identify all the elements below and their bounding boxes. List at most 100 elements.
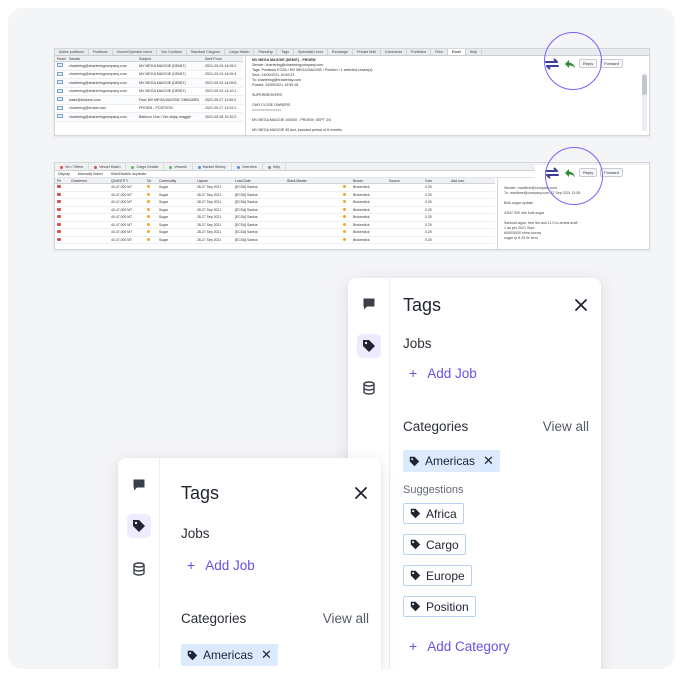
suggestion-chip-africa[interactable]: Africa [403,503,464,524]
table-row[interactable]: 40-47,000 MT Sugar 28-27 Sep 2021 [ECSA] Sa… [55,207,495,214]
rail-comments[interactable] [127,473,151,497]
column-header[interactable]: Sender [67,56,137,61]
tab-3[interactable]: Vessels [164,163,193,170]
suggestion-chip-position[interactable]: Position [403,596,476,617]
remove-chip-icon[interactable]: ✕ [483,453,494,469]
cell: 28-27 Sep 2021 [197,200,222,205]
rail-tags[interactable] [127,514,151,538]
column-header[interactable]: Com [423,178,449,183]
flag-icon [343,192,346,196]
flag-icon [343,207,346,211]
tab-1[interactable]: Positions [89,49,113,55]
tag-icon [410,539,421,550]
column-header[interactable]: Read [55,56,67,61]
rail-database[interactable] [127,557,151,581]
selected-category-chip[interactable]: Americas ✕ [403,450,500,472]
tab-14[interactable]: Email [447,49,466,55]
column-header[interactable]: Commodity [157,178,195,183]
table-row[interactable]: 40-47,000 MT Sugar 28-27 Sep 2021 [ECSA] Sa… [55,184,495,192]
column-header[interactable]: Laycan [195,178,233,183]
close-icon[interactable] [353,485,369,501]
mail-icon [57,114,63,119]
column-header[interactable]: Sent From [203,56,243,61]
add-job-link[interactable]: + Add Job [187,557,255,573]
tab-6[interactable]: Planning [254,49,278,55]
column-header[interactable]: Stack Master [285,178,341,183]
table-row[interactable]: chartering@charteringcompany.com MV MEGA … [55,71,243,79]
tab-6[interactable]: Help [263,163,287,170]
table-row[interactable]: 40-47,000 MT Sugar 28-27 Sep 2021 [ECSA] Sa… [55,229,495,237]
table-row[interactable]: chartering@charteringcompany.com Balticon… [55,113,243,122]
column-header[interactable]: Source [387,178,423,183]
suggestion-chip-europe[interactable]: Europe [403,565,472,586]
sender-cell: chartering@charteringcompany.com [69,63,127,68]
column-header[interactable] [341,178,351,183]
plus-icon: + [409,365,418,381]
column-header[interactable]: Load Date [233,178,285,183]
tab-label: Vm / Offers [65,165,84,169]
table-row[interactable]: 40-47,000 MT Sugar 28-27 Sep 2021 [ECSA] Sa… [55,192,495,199]
tab-3[interactable]: Voc Contract [157,49,187,55]
column-header[interactable]: Add.com [449,178,473,183]
remove-chip-icon[interactable]: ✕ [261,647,272,663]
tab-0[interactable]: Active positions [55,49,89,55]
add-job-link[interactable]: + Add Job [409,365,477,381]
table-row[interactable]: 40-47,000 MT Sugar 28-27 Sep 2021 [ECSA] Sa… [55,199,495,207]
tab-4[interactable]: Standard Cargoes [187,49,225,55]
column-header[interactable]: Broker [351,178,387,183]
table-row[interactable]: 40-47,000 MT Sugar 28-27 Sep 2021 [ECSA] Sa… [55,237,495,244]
cell: 0.25 [425,237,432,242]
cell: 0.25 [425,207,432,212]
table-row[interactable]: chartering@charteringcompany.com MV MEGA … [55,79,243,88]
forward-button[interactable]: Forward [600,59,623,68]
tab-10[interactable]: Private Mail [353,49,381,55]
tab-label: Vessels [174,165,187,169]
tab-11[interactable]: Comments [381,49,408,55]
add-category-link[interactable]: + Add Category [409,638,510,654]
mail-cell [55,114,67,119]
cell: Sugar [159,192,169,197]
view-all-link[interactable]: View all [323,611,369,626]
add-category-label: Add Category [427,639,510,654]
column-header[interactable]: QUANTITY [109,178,145,183]
column-header[interactable]: Pri [55,178,69,183]
jobs-title: Jobs [403,336,432,351]
manually-linked-toggle[interactable]: Manually linked [78,172,103,176]
table-row[interactable]: 40-47,000 MT Sugar 28-27 Sep 2021 [ECSA] Sa… [55,214,495,222]
tab-9[interactable]: Exchange [328,49,354,55]
tab-5[interactable]: Cargo Match [225,49,255,55]
tab-4[interactable]: Market History [193,163,232,170]
tab-0[interactable]: Vm / Offers [55,163,90,170]
rail-database[interactable] [357,376,381,400]
table-row[interactable]: chartering@charteringcompany.com MV MEGA … [55,88,243,96]
close-icon[interactable] [573,297,589,313]
flag-icon [343,185,346,189]
column-header[interactable]: Dir [145,178,157,183]
rail-comments[interactable] [357,292,381,316]
tab-1[interactable]: Vessel Match [89,163,127,170]
tab-8[interactable]: Specialist Lines [294,49,329,55]
tab-5[interactable]: Overview [232,163,263,170]
column-header[interactable]: Charterers [69,178,109,183]
table-row[interactable]: 40-47,000 MT Sugar 28-27 Sep 2021 [ECSA] Sa… [55,222,495,229]
preview-scrollbar[interactable] [642,73,647,131]
suggestion-chip-cargo[interactable]: Cargo [403,534,466,555]
table-row[interactable]: chartering@broker.com PROEM - POSITION 202… [55,105,243,113]
tab-12[interactable]: Portfolios [407,49,432,55]
forward-button[interactable]: Forward [600,168,623,177]
tab-2[interactable]: Owner/Operator Inbox [113,49,158,55]
mail-cell [55,80,67,85]
direction-icon [147,207,150,211]
tab-15[interactable]: Help [466,49,483,55]
tab-7[interactable]: Tags [277,49,295,55]
view-all-link[interactable]: View all [543,419,589,434]
table-row[interactable]: chartering@charteringcompany.com MV MEGA … [55,62,243,71]
priority-icon [57,192,61,196]
selected-category-chip[interactable]: Americas ✕ [181,644,278,666]
tab-2[interactable]: Cargo Details [126,163,165,170]
tab-13[interactable]: Files [431,49,448,55]
hide-duplicate-toggle[interactable]: Hide/Disable duplicate [111,172,147,176]
column-header[interactable]: Subject [137,56,203,61]
table-row[interactable]: trade@brokers.com Fwd: MV MEGA MAGGIE ONB… [55,96,243,105]
rail-tags[interactable] [357,334,381,358]
